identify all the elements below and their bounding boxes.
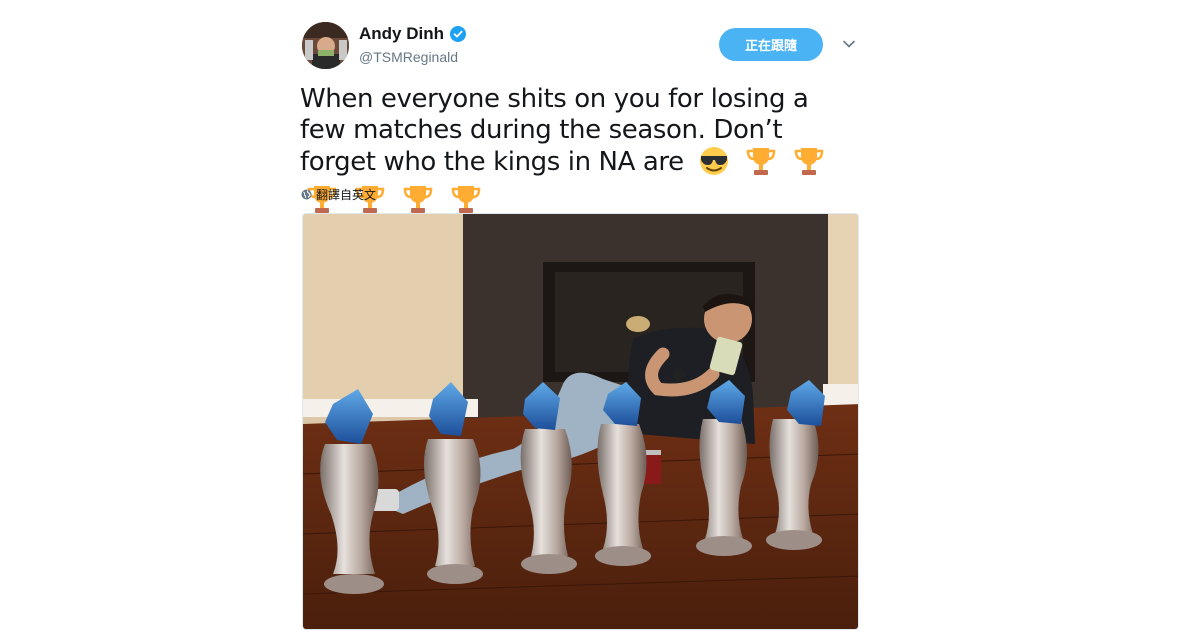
display-name[interactable]: Andy Dinh (359, 24, 444, 44)
tweet-text: When everyone shits on you for losing a … (300, 84, 860, 222)
globe-icon (301, 189, 312, 200)
chevron-down-icon[interactable] (841, 36, 857, 52)
user-handle[interactable]: @TSMReginald (359, 49, 458, 65)
following-button[interactable]: 正在跟隨 (719, 28, 823, 61)
avatar[interactable] (302, 22, 349, 69)
trophy-icon (743, 146, 779, 184)
translate-link[interactable]: 翻譯自英文 (301, 186, 376, 203)
tweet: Andy Dinh @TSMReginald 正在跟隨 When everyon… (300, 0, 860, 636)
smiling-face-with-sunglasses-icon (696, 146, 732, 184)
photo-illustration (303, 214, 858, 629)
trophy-icon (791, 146, 827, 184)
tweet-text-body: When everyone shits on you for losing a … (300, 84, 809, 177)
verified-badge-icon (450, 26, 466, 42)
translate-label[interactable]: 翻譯自英文 (316, 186, 376, 203)
tweet-photo[interactable] (302, 213, 859, 630)
user-name-row[interactable]: Andy Dinh (359, 24, 466, 44)
